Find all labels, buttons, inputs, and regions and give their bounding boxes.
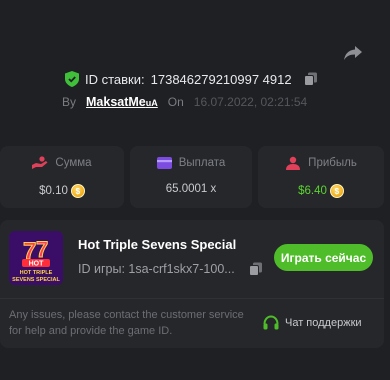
on-label: On [167, 95, 184, 109]
support-chat-button[interactable]: Чат поддержки [262, 312, 362, 334]
user-name: MaksatMe [86, 95, 146, 109]
divider [0, 298, 384, 299]
headset-icon [263, 315, 279, 330]
profit-value: $6.40 [298, 185, 327, 197]
thumb-hot-text: HOT [29, 261, 45, 268]
user-link[interactable]: MaksatMeuA [86, 95, 158, 109]
profit-label: Прибыль [308, 157, 357, 169]
bet-date: 16.07.2022, 02:21:54 [193, 95, 308, 109]
payout-value: 65.0001 x [165, 183, 217, 195]
game-thumbnail-art: 7 7 HOT HOT TRIPLE SEVENS SPECIAL [9, 231, 63, 285]
copy-icon[interactable] [249, 262, 263, 276]
by-label: By [62, 95, 77, 109]
help-text: Any issues, please contact the customer … [9, 309, 244, 337]
game-id: ID игры: 1sa-crf1skx7-100... [78, 262, 235, 276]
svg-text:7: 7 [36, 237, 48, 262]
support-chat-label: Чат поддержки [285, 317, 362, 329]
profit-user-icon [286, 156, 301, 170]
hand-coin-icon [32, 156, 48, 169]
user-name-suffix: uA [145, 98, 158, 108]
coin-icon: $ [70, 184, 85, 198]
stat-amount: Сумма $0.10 $ [0, 146, 124, 208]
shield-check-icon [65, 71, 79, 87]
stat-profit: Прибыль $6.40 $ [258, 146, 384, 208]
game-card: 7 7 HOT HOT TRIPLE SEVENS SPECIAL Hot Tr… [0, 220, 384, 348]
amount-label: Сумма [55, 157, 92, 169]
share-button[interactable] [342, 42, 364, 64]
bet-id-row: ID ставки: 173846279210997 4912 [65, 70, 318, 88]
copy-icon[interactable] [303, 72, 318, 86]
amount-value: $0.10 [39, 185, 68, 197]
share-icon [344, 46, 362, 60]
coin-icon: $ [329, 184, 344, 198]
bet-id-value: 173846279210997 4912 [150, 71, 292, 87]
wallet-icon [156, 157, 172, 169]
stat-payout: Выплата 65.0001 x [130, 146, 252, 208]
play-now-button[interactable]: Играть сейчас [274, 244, 373, 271]
game-thumbnail[interactable]: 7 7 HOT HOT TRIPLE SEVENS SPECIAL [9, 231, 63, 285]
bet-author-row: By MaksatMeuA On 16.07.2022, 02:21:54 [62, 94, 307, 110]
payout-label: Выплата [178, 156, 226, 169]
thumb-line2: SEVENS SPECIAL [12, 277, 60, 283]
game-title[interactable]: Hot Triple Sevens Special [78, 237, 236, 252]
bet-id-label: ID ставки: [85, 71, 145, 87]
thumb-line1: HOT TRIPLE [20, 270, 53, 276]
